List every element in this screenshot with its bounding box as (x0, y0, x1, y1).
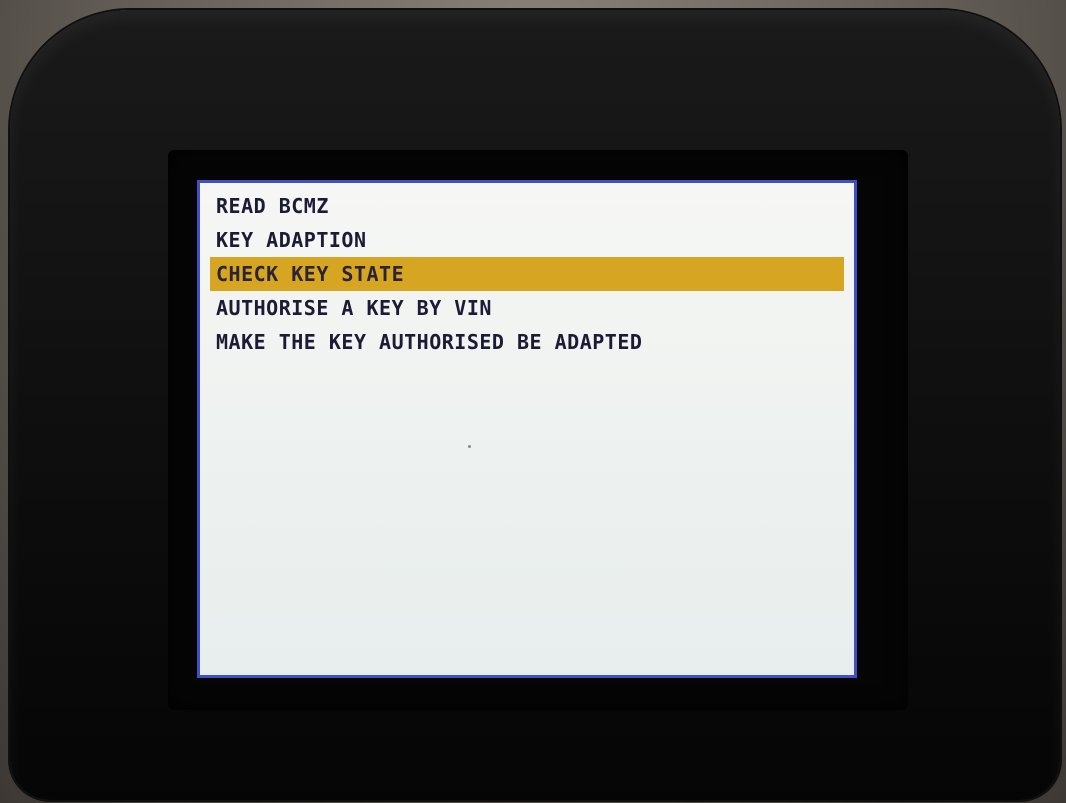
menu-item-key-adaption[interactable]: KEY ADAPTION (210, 223, 844, 257)
menu-item-check-key-state[interactable]: CHECK KEY STATE (210, 257, 844, 291)
device-screen: READ BCMZ KEY ADAPTION CHECK KEY STATE A… (197, 180, 857, 678)
menu-item-authorise-key-by-vin[interactable]: AUTHORISE A KEY BY VIN (210, 291, 844, 325)
menu-list: READ BCMZ KEY ADAPTION CHECK KEY STATE A… (210, 189, 844, 359)
menu-item-make-key-authorised-adapted[interactable]: MAKE THE KEY AUTHORISED BE ADAPTED (210, 325, 844, 359)
screen-speck (468, 445, 471, 448)
menu-item-read-bcmz[interactable]: READ BCMZ (210, 189, 844, 223)
